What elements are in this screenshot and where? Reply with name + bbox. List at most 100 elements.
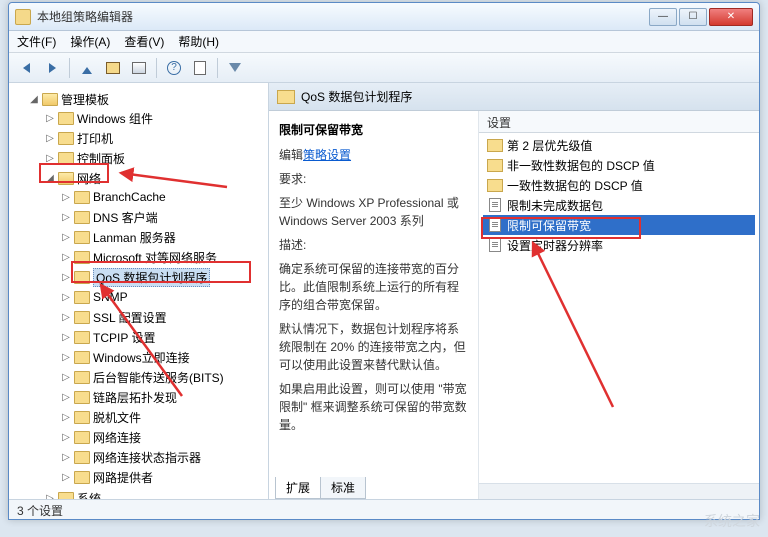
minimize-button[interactable]: — <box>649 8 677 26</box>
setting-icon <box>487 198 503 212</box>
tree-node[interactable]: ▷ DNS 客户端 <box>61 208 268 226</box>
tab-extended[interactable]: 扩展 <box>275 477 321 499</box>
tree-node-system[interactable]: ▷ 系统 <box>45 489 268 499</box>
setting-label: 限制未完成数据包 <box>507 197 603 214</box>
expand-icon[interactable]: ▷ <box>61 272 71 283</box>
menu-file[interactable]: 文件(F) <box>17 33 56 50</box>
expand-icon[interactable]: ▷ <box>61 312 71 323</box>
panel-icon <box>106 62 120 74</box>
menu-action[interactable]: 操作(A) <box>70 33 110 50</box>
horizontal-scrollbar[interactable] <box>479 483 759 499</box>
tree-node[interactable]: ▷TCPIP 设置 <box>61 328 268 346</box>
expand-icon[interactable]: ▷ <box>61 452 71 463</box>
expand-icon[interactable]: ▷ <box>61 392 71 403</box>
setting-item[interactable]: 一致性数据包的 DSCP 值 <box>483 175 755 195</box>
tree-label: Lanman 服务器 <box>93 229 176 246</box>
tree-label: 链路层拓扑发现 <box>93 389 177 406</box>
export-button[interactable] <box>189 57 211 79</box>
tree-node[interactable]: ▷Microsoft 对等网络服务 <box>61 248 268 266</box>
annotation-arrow <box>513 237 653 420</box>
tree-node[interactable]: ▷ 链路层拓扑发现 <box>61 388 268 406</box>
policy-tree: ◢ 管理模板 ▷Windows 组件▷打印机▷控制面板 ◢ 网络 <box>13 89 268 499</box>
tree-node-network[interactable]: ◢ 网络 <box>45 169 268 187</box>
tree-node[interactable]: ▷Windows 组件 <box>45 109 268 127</box>
show-hide-tree-button[interactable] <box>102 57 124 79</box>
menu-view[interactable]: 查看(V) <box>124 33 164 50</box>
expand-icon[interactable]: ▷ <box>61 412 71 423</box>
setting-icon <box>487 158 503 172</box>
folder-icon <box>58 132 74 145</box>
folder-icon <box>74 331 90 344</box>
tree-label: 网络连接 <box>93 429 141 446</box>
expand-icon[interactable]: ▷ <box>61 352 71 363</box>
tree-label: 后台智能传送服务(BITS) <box>93 369 224 386</box>
expand-icon[interactable]: ▷ <box>61 372 71 383</box>
filter-button[interactable] <box>224 57 246 79</box>
tree-node[interactable]: ▷打印机 <box>45 129 268 147</box>
up-button[interactable] <box>76 57 98 79</box>
expand-icon[interactable]: ▷ <box>61 212 71 223</box>
setting-item[interactable]: 设置定时器分辨率 <box>483 235 755 255</box>
expand-icon[interactable]: ▷ <box>45 133 55 144</box>
maximize-button[interactable]: ☐ <box>679 8 707 26</box>
properties-button[interactable] <box>128 57 150 79</box>
tree-node[interactable]: ▷ QoS 数据包计划程序 <box>61 268 268 286</box>
folder-icon <box>74 471 90 484</box>
expand-icon[interactable]: ▷ <box>61 252 71 263</box>
expand-icon[interactable]: ▷ <box>61 432 71 443</box>
tree-node[interactable]: ▷SSL 配置设置 <box>61 308 268 326</box>
folder-icon <box>74 431 90 444</box>
tree-node[interactable]: ▷ 后台智能传送服务(BITS) <box>61 368 268 386</box>
detail-description: 限制可保留带宽 编辑策略设置 要求: 至少 Windows XP Profess… <box>269 111 479 499</box>
tree-node[interactable]: ▷脱机文件 <box>61 408 268 426</box>
tree-node[interactable]: ▷ 网络连接 <box>61 428 268 446</box>
back-button[interactable] <box>15 57 37 79</box>
collapse-icon[interactable]: ◢ <box>29 94 39 105</box>
tree-node-admin-templates[interactable]: ◢ 管理模板 <box>29 90 268 108</box>
expand-icon[interactable]: ▷ <box>45 493 55 500</box>
expand-icon[interactable]: ▷ <box>61 472 71 483</box>
settings-column-header[interactable]: 设置 <box>479 111 759 133</box>
menu-help[interactable]: 帮助(H) <box>178 33 219 50</box>
tree-node[interactable]: ▷网路提供者 <box>61 468 268 486</box>
arrow-up-icon <box>82 62 92 74</box>
tree-node[interactable]: ▷BranchCache <box>61 188 268 206</box>
tree-label: 控制面板 <box>77 150 125 167</box>
folder-icon <box>58 112 74 125</box>
grid-icon <box>132 62 146 74</box>
help-button[interactable]: ? <box>163 57 185 79</box>
expand-icon[interactable]: ▷ <box>61 332 71 343</box>
expand-icon[interactable]: ▷ <box>61 192 71 203</box>
policy-icon <box>489 238 501 252</box>
expand-icon[interactable]: ▷ <box>45 153 55 164</box>
tree-node[interactable]: ▷ 控制面板 <box>45 149 268 167</box>
expand-icon[interactable]: ▷ <box>61 232 71 243</box>
setting-item[interactable]: 限制可保留带宽 <box>483 215 755 235</box>
tree-pane: ◢ 管理模板 ▷Windows 组件▷打印机▷控制面板 ◢ 网络 <box>9 83 269 499</box>
close-button[interactable]: ✕ <box>709 8 753 26</box>
expand-icon[interactable]: ▷ <box>61 292 71 303</box>
setting-icon <box>487 178 503 192</box>
edit-policy-link[interactable]: 策略设置 <box>303 148 351 162</box>
settings-list: 第 2 层优先级值非一致性数据包的 DSCP 值一致性数据包的 DSCP 值限制… <box>479 133 759 483</box>
setting-label: 设置定时器分辨率 <box>507 237 603 254</box>
tree-node[interactable]: ▷ Lanman 服务器 <box>61 228 268 246</box>
tree-label: QoS 数据包计划程序 <box>93 268 210 287</box>
collapse-icon[interactable]: ◢ <box>45 173 55 184</box>
setting-item[interactable]: 限制未完成数据包 <box>483 195 755 215</box>
setting-item[interactable]: 第 2 层优先级值 <box>483 135 755 155</box>
detail-body: 限制可保留带宽 编辑策略设置 要求: 至少 Windows XP Profess… <box>269 111 759 499</box>
setting-item[interactable]: 非一致性数据包的 DSCP 值 <box>483 155 755 175</box>
description-text: 确定系统可保留的连接带宽的百分比。此值限制系统上运行的所有程序的组合带宽保留。 <box>279 260 468 314</box>
menubar: 文件(F) 操作(A) 查看(V) 帮助(H) <box>9 31 759 53</box>
tree-node[interactable]: ▷Windows立即连接 <box>61 348 268 366</box>
expand-icon[interactable]: ▷ <box>45 113 55 124</box>
setting-label: 第 2 层优先级值 <box>507 137 592 154</box>
tree-node[interactable]: ▷网络连接状态指示器 <box>61 448 268 466</box>
tab-standard[interactable]: 标准 <box>320 477 366 499</box>
tree-node[interactable]: ▷SNMP <box>61 288 268 306</box>
detail-header-title: QoS 数据包计划程序 <box>301 88 412 105</box>
folder-icon <box>74 391 90 404</box>
tree-label: DNS 客户端 <box>93 209 158 226</box>
forward-button[interactable] <box>41 57 63 79</box>
